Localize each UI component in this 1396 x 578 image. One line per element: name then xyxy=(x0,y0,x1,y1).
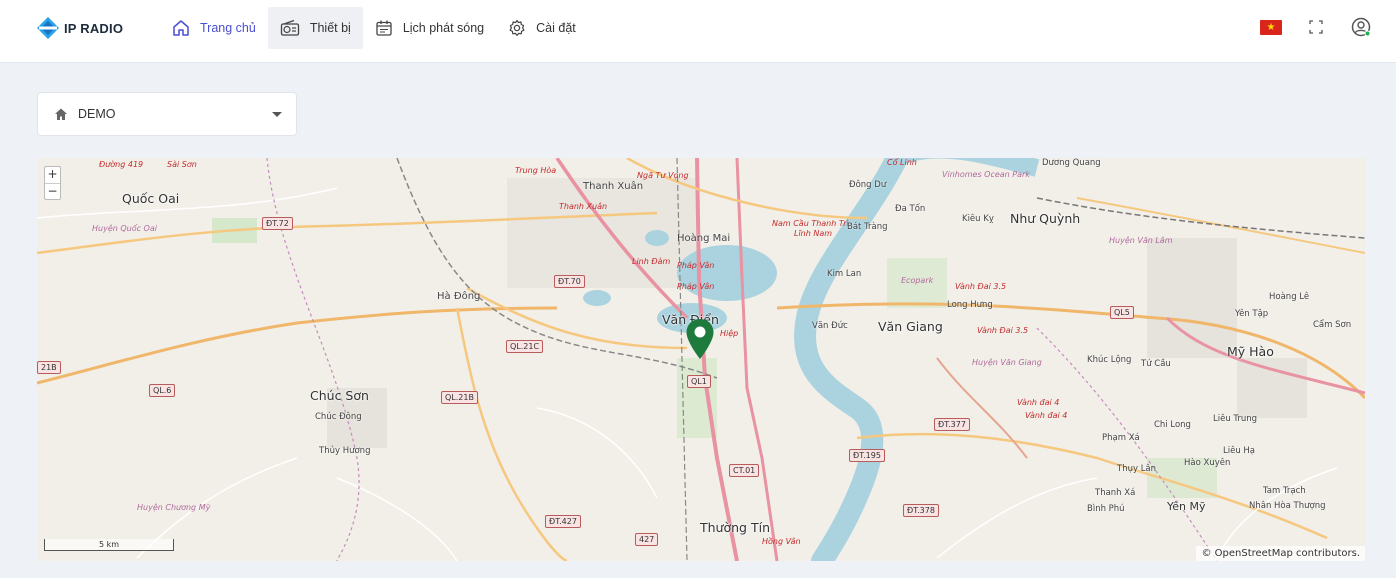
radio-icon xyxy=(280,19,299,36)
vietnam-flag-icon[interactable]: ★ xyxy=(1260,19,1282,35)
nav-schedule[interactable]: Lịch phát sóng xyxy=(363,7,496,49)
road-shield: ĐT.72 xyxy=(262,217,293,230)
app-logo[interactable]: IP RADIO xyxy=(36,14,123,42)
calendar-icon xyxy=(376,20,392,36)
nav-devices[interactable]: Thiết bị xyxy=(267,7,363,49)
site-selector[interactable]: DEMO xyxy=(37,92,297,136)
fullscreen-icon[interactable] xyxy=(1308,19,1324,35)
zoom-out-button[interactable]: − xyxy=(45,183,60,199)
road-shield: ĐT.195 xyxy=(849,449,885,462)
device-location-marker-icon[interactable] xyxy=(685,318,715,360)
top-navigation-bar: IP RADIO Trang chủ Thiết bị Lịch phát só… xyxy=(0,0,1396,63)
nav-devices-label: Thiết bị xyxy=(309,21,351,35)
road-shield: ĐT.378 xyxy=(903,504,939,517)
road-shield: QL1 xyxy=(687,375,711,388)
app-name: IP RADIO xyxy=(64,20,124,36)
map-scale-bar: 5 km xyxy=(44,539,174,551)
road-shield: QL.21C xyxy=(506,340,544,353)
zoom-in-button[interactable]: + xyxy=(45,167,60,183)
road-shield: 21B xyxy=(37,361,61,374)
ip-radio-logo-icon xyxy=(37,17,59,39)
road-shield: ĐT.427 xyxy=(545,515,581,528)
gear-icon xyxy=(509,19,525,36)
road-shield: CT.01 xyxy=(729,464,760,477)
road-shield: 427 xyxy=(635,533,659,546)
map-view[interactable]: Quốc Oai Huyện Quốc Oai Đường 419 Sài Sơ… xyxy=(37,158,1365,561)
nav-settings-label: Cài đặt xyxy=(536,21,576,35)
main-nav: Trang chủ Thiết bị Lịch phát sóng Cài đặ… xyxy=(160,7,588,49)
map-attribution[interactable]: © OpenStreetMap contributors. xyxy=(1196,546,1365,561)
home-icon xyxy=(173,20,189,36)
map-zoom-control: + − xyxy=(44,166,61,200)
road-shield: ĐT.70 xyxy=(554,275,585,288)
road-shield: QL.6 xyxy=(149,384,176,397)
home-icon xyxy=(55,108,67,120)
header-tools: ★ xyxy=(1260,16,1372,38)
road-shield: QL5 xyxy=(1110,306,1134,319)
nav-home[interactable]: Trang chủ xyxy=(160,7,268,49)
chevron-down-icon xyxy=(272,111,282,117)
road-shield: QL.21B xyxy=(441,391,478,404)
road-shield: ĐT.377 xyxy=(934,418,970,431)
user-account-icon[interactable] xyxy=(1350,16,1372,38)
nav-settings[interactable]: Cài đặt xyxy=(496,7,588,49)
site-selector-value: DEMO xyxy=(78,107,116,121)
nav-home-label: Trang chủ xyxy=(200,21,256,35)
nav-schedule-label: Lịch phát sóng xyxy=(402,21,485,35)
